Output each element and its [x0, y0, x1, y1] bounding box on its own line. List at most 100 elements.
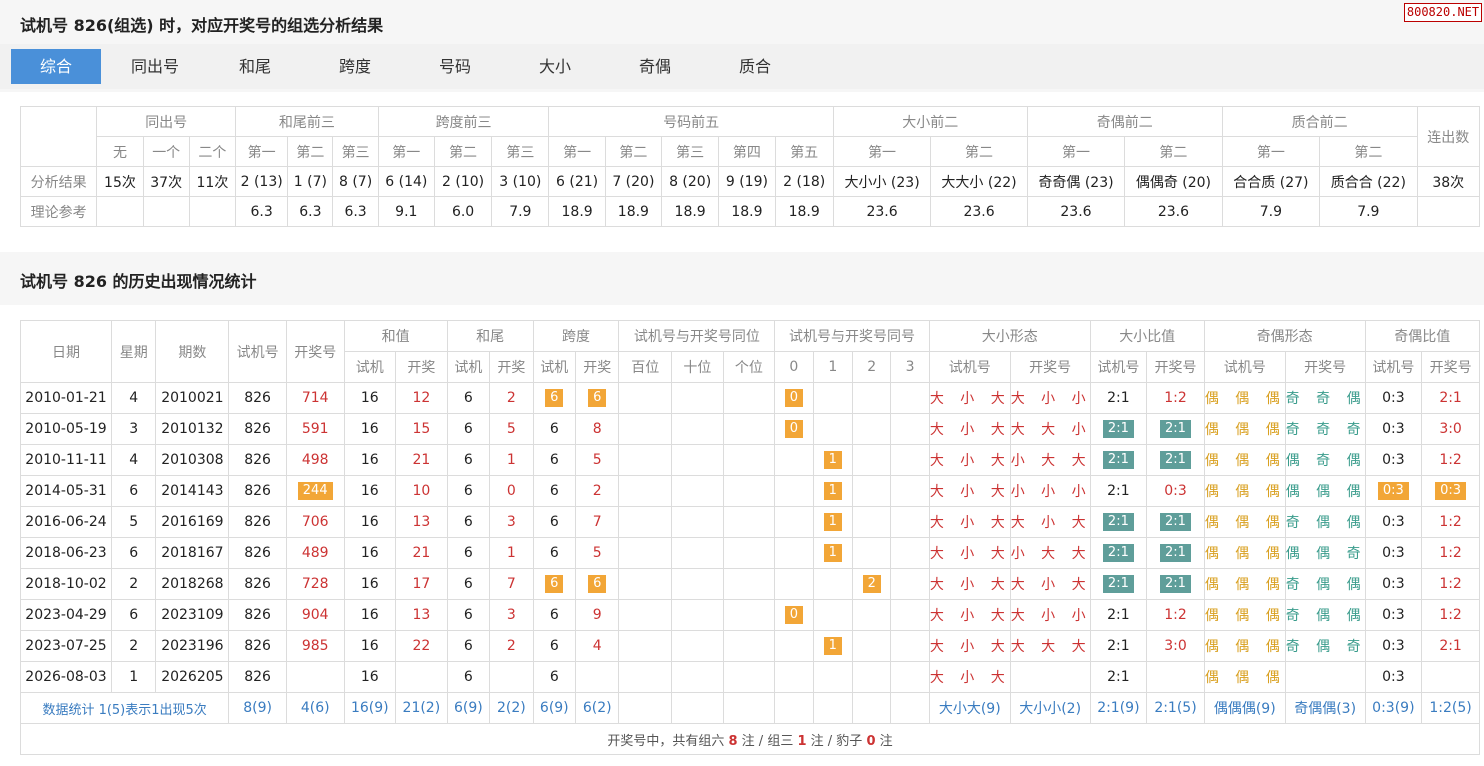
- group-header: 大小前二: [832, 106, 1028, 137]
- cell-jo_s: 偶 偶 偶: [1203, 506, 1286, 538]
- cell-jo_s: 偶 偶 偶: [1203, 444, 1286, 476]
- cell-dx_k: [1009, 661, 1091, 693]
- result-cell: 大大小 (22): [930, 166, 1028, 197]
- cell-dxb_k: 2:1: [1146, 568, 1205, 600]
- history-table: 日期 星期 期数 试机号 开奖号 和值 和尾 跨度 试机号与开奖号同位 试机号与开奖号同号 大小形态…: [19, 320, 1481, 755]
- cell-job_k: 2:1: [1421, 382, 1480, 414]
- tab-1[interactable]: 同出号: [110, 49, 200, 84]
- sub-header: 试机号: [1203, 351, 1286, 383]
- cell-jo_k: 奇 奇 偶: [1284, 382, 1366, 414]
- cell-hz_s: 16: [343, 444, 397, 476]
- sub-header: 第三: [491, 136, 550, 167]
- sub-header: 第一: [1026, 136, 1126, 167]
- cell-th0: 0: [774, 382, 814, 414]
- highlight-box: 2: [862, 575, 881, 593]
- highlight-box: 1: [823, 513, 842, 531]
- cell-jo_k: [1284, 661, 1366, 693]
- highlight-box: 个: [742, 514, 756, 529]
- cell-sj: 826: [228, 568, 287, 600]
- cell-job_s: 0:3: [1364, 475, 1423, 507]
- stat-cell: 大小小(2): [1009, 692, 1091, 724]
- cell-kd_s: 6: [532, 444, 577, 476]
- result-cell: 8 (20): [660, 166, 720, 197]
- cell-kd_k: 4: [575, 630, 620, 662]
- cell-hz_k: 12: [395, 382, 448, 414]
- cell-hw_k: [489, 661, 534, 693]
- column-header: 试机号与开奖号同位: [618, 320, 776, 352]
- cell-dxb_s: 2:1: [1089, 444, 1148, 476]
- cell-th2: [852, 413, 892, 445]
- sub-header: 第二: [1319, 136, 1418, 167]
- cell-hz_k: 10: [395, 475, 448, 507]
- page-title: 试机号 826(组选) 时，对应开奖号的组选分析结果: [20, 16, 384, 35]
- tab-2[interactable]: 和尾: [210, 49, 300, 84]
- cell-kj: 904: [285, 599, 345, 631]
- cell-th3: [890, 382, 930, 414]
- cell-th0: [774, 537, 814, 569]
- cell-th1: 1: [812, 630, 854, 662]
- column-header: 和尾: [446, 320, 534, 352]
- column-header: 开奖号: [285, 320, 345, 383]
- result-cell: 大小小 (23): [832, 166, 932, 197]
- cell-dxb_k: 2:1: [1146, 537, 1205, 569]
- sub-header: 开奖: [489, 351, 534, 383]
- footer-post: 注: [875, 733, 893, 749]
- cell-job_s: 0:3: [1364, 382, 1423, 414]
- cell-date: 2023-07-25: [20, 630, 112, 662]
- cell-th0: [774, 444, 814, 476]
- cell-hw_k: 3: [489, 599, 534, 631]
- sub-header: 百位: [618, 351, 673, 383]
- tab-5[interactable]: 大小: [510, 49, 600, 84]
- cell-dxb_s: 2:1: [1089, 537, 1148, 569]
- cell-job_s: 0:3: [1364, 537, 1423, 569]
- highlight-box: 1: [823, 451, 842, 469]
- cell-tw_b: [618, 661, 673, 693]
- column-header: 大小形态: [928, 320, 1091, 352]
- cell-dxb_k: [1146, 661, 1205, 693]
- tab-4[interactable]: 号码: [410, 49, 500, 84]
- cell-th0: [774, 475, 814, 507]
- sub-header: 一个: [142, 136, 190, 167]
- table-row: 2014-05-31 6 2014143 826 244 16 10 6 0 6 2 1 大 小 大小 …: [20, 475, 1480, 507]
- cell-th2: [852, 382, 892, 414]
- cell-jo_s: 偶 偶 偶: [1203, 382, 1286, 414]
- cell-kd_k: 6: [575, 382, 620, 414]
- cell-hw_s: 6: [446, 413, 491, 445]
- column-header: 大小比值: [1089, 320, 1205, 352]
- cell-kd_k: 5: [575, 537, 620, 569]
- cell-job_k: 3:0: [1421, 413, 1480, 445]
- cell-jo_k: 奇 偶 偶: [1284, 599, 1366, 631]
- tab-7[interactable]: 质合: [710, 49, 800, 84]
- cell-kd_s: 6: [532, 599, 577, 631]
- cell-kd_k: 5: [575, 444, 620, 476]
- column-header: 跨度: [532, 320, 620, 352]
- cell-tw_s: [671, 599, 724, 631]
- cell-hz_s: 16: [343, 630, 397, 662]
- cell-date: 2014-05-31: [20, 475, 112, 507]
- cell-job_k: 0:3: [1421, 475, 1480, 507]
- stat-cell: 6(9): [532, 692, 577, 724]
- tab-6[interactable]: 奇偶: [610, 49, 700, 84]
- watermark: 800820.NET: [1404, 3, 1482, 22]
- cell-hz_k: 17: [395, 568, 448, 600]
- tab-3[interactable]: 跨度: [310, 49, 400, 84]
- cell-tw_g: [722, 444, 776, 476]
- cell-th2: [852, 444, 892, 476]
- highlight-box: 2:1: [1102, 451, 1134, 469]
- cell-dx_k: 大 小 大: [1009, 506, 1091, 538]
- table-row: 2018-10-02 2 2018268 826 728 16 17 6 7 6 6 十 2 大 小 大大…: [20, 568, 1480, 600]
- table-row: 2023-07-25 2 2023196 826 985 16 22 6 2 6 4 1 大 小 大大 …: [20, 630, 1480, 662]
- tab-0[interactable]: 综合: [11, 49, 101, 84]
- cell-kj: 714: [285, 382, 345, 414]
- sub-header: 试机: [532, 351, 577, 383]
- cell-tw_s: [671, 537, 724, 569]
- cell-wk: 2: [110, 630, 157, 662]
- cell-dx_k: 大 小 大: [1009, 568, 1091, 600]
- cell-hz_k: 13: [395, 599, 448, 631]
- cell-hw_k: 1: [489, 444, 534, 476]
- result-cell: 1 (7): [287, 166, 334, 197]
- group-header: 号码前五: [548, 106, 834, 137]
- result-cell: 9 (19): [718, 166, 776, 197]
- cell-dx_s: 大 小 大: [928, 630, 1011, 662]
- cell-th1: 1: [812, 475, 854, 507]
